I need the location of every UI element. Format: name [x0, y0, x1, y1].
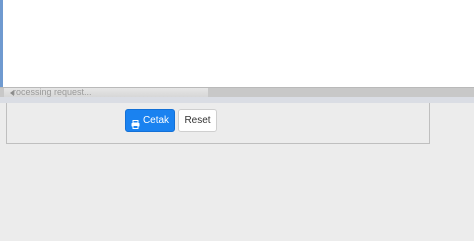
print-button[interactable]: Cetak: [125, 109, 175, 132]
printer-icon: [131, 116, 140, 129]
form-panel: [6, 103, 430, 144]
print-button-label: Cetak: [142, 115, 170, 126]
content-area: [0, 0, 474, 97]
reset-button[interactable]: Reset: [178, 109, 217, 132]
reset-button-label: Reset: [184, 115, 211, 126]
